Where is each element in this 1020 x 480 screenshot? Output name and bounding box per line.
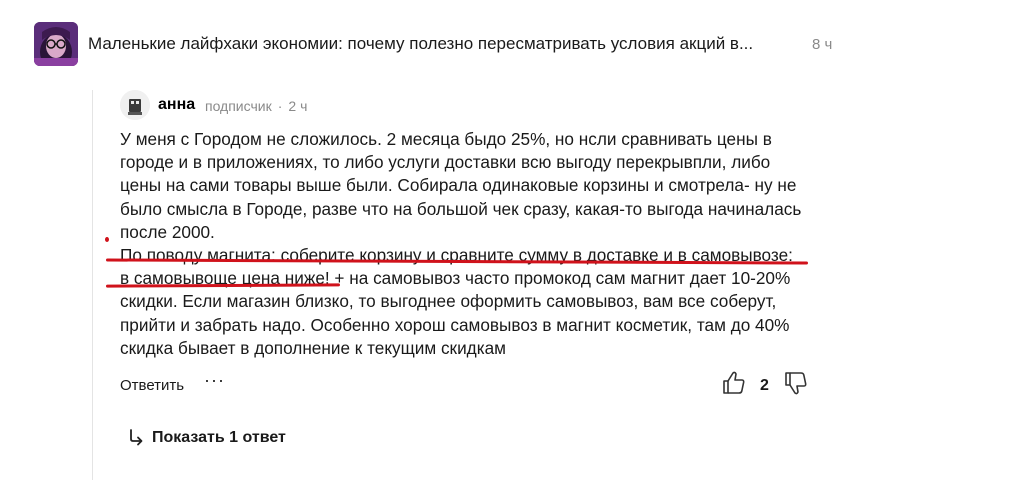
thumbs-up-icon bbox=[723, 371, 745, 394]
show-replies-label: Показать 1 ответ bbox=[152, 429, 286, 446]
author-role: подписчик bbox=[205, 98, 272, 114]
thread-guide-line bbox=[92, 90, 93, 480]
comment-meta: подписчик · 2 ч bbox=[205, 98, 307, 114]
comment-line: У меня с Городом не сложилось. 2 месяца … bbox=[120, 129, 772, 149]
publication-title[interactable]: Маленькие лайфхаки экономии: почему поле… bbox=[88, 34, 753, 54]
comment-body: У меня с Городом не сложилось. 2 месяца … bbox=[120, 128, 840, 360]
more-options-button[interactable]: ··· bbox=[204, 370, 225, 391]
show-replies-button[interactable]: Показать 1 ответ bbox=[128, 429, 286, 447]
dislike-button[interactable] bbox=[784, 370, 808, 396]
comment-thread: Маленькие лайфхаки экономии: почему поле… bbox=[0, 0, 1020, 480]
comment-line: после 2000. bbox=[120, 221, 215, 242]
comment-line: городе и в приложениях, то либо услуги д… bbox=[120, 152, 771, 173]
comment-line: скидки. Если магазин близко, то выгоднее… bbox=[120, 291, 777, 312]
comment-time: 2 ч bbox=[288, 98, 308, 114]
reply-arrow-icon bbox=[130, 429, 143, 446]
comment-author-name[interactable]: анна bbox=[158, 96, 195, 114]
thumbs-down-icon bbox=[785, 372, 807, 395]
reply-button[interactable]: Ответить bbox=[120, 377, 184, 394]
comment-author-avatar[interactable] bbox=[120, 90, 150, 120]
user-avatar-icon bbox=[120, 90, 150, 120]
publication-avatar[interactable] bbox=[34, 22, 78, 66]
comment-line: прийти и забрать надо. Особенно хорош са… bbox=[120, 314, 790, 335]
user-avatar-icon bbox=[34, 22, 78, 66]
like-count: 2 bbox=[760, 377, 769, 394]
annotation-dot bbox=[105, 237, 109, 242]
comment-line: цены на сами товары выше были. Собирала … bbox=[120, 175, 797, 196]
like-button[interactable] bbox=[722, 370, 746, 396]
meta-separator: · bbox=[277, 98, 283, 114]
comment-line: было смысла в Городе, разве что на больш… bbox=[120, 198, 802, 219]
publication-time: 8 ч bbox=[812, 36, 833, 53]
comment-line: скидка бывает в дополнение к текущим ски… bbox=[120, 337, 506, 358]
